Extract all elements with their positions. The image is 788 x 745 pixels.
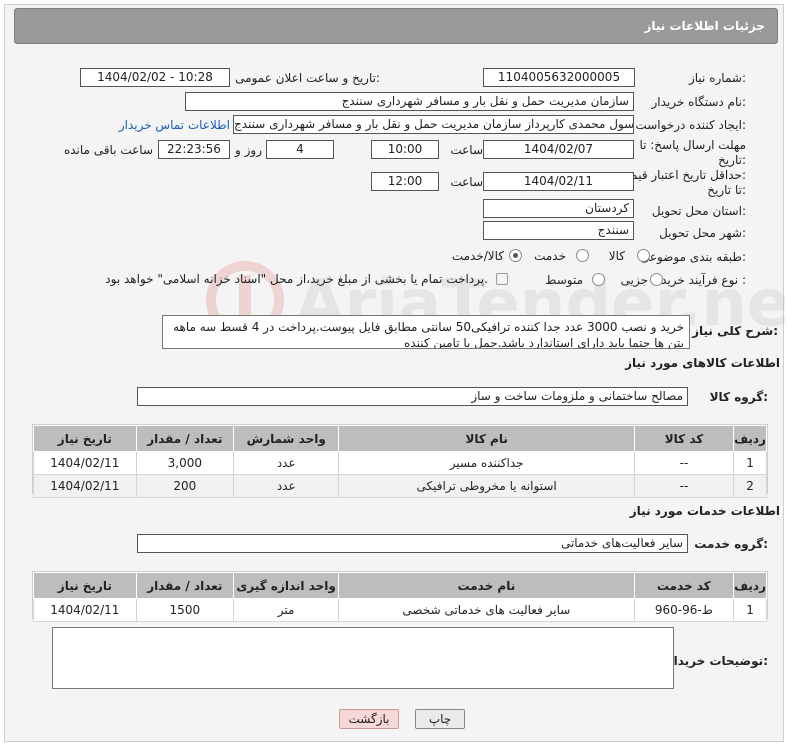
services-col-name: نام خدمت (338, 572, 635, 599)
need-number-label: شماره نیاز: (688, 71, 746, 85)
price-validity-label-1: حداقل تاریخ اعتبار قیمت: (619, 168, 746, 182)
services-group-label: گروه خدمت: (694, 537, 768, 551)
city-label: شهر محل تحویل: (659, 226, 746, 240)
buyer-contact-link[interactable]: اطلاعات تماس خریدار (119, 118, 230, 132)
services-table: تاریخ نیاز تعداد / مقدار واحد اندازه گیر… (33, 572, 767, 622)
price-validity-label-2: تا تاریخ: (707, 183, 746, 197)
category-option-service-label: خدمت (534, 249, 566, 263)
goods-col-date: تاریخ نیاز (33, 425, 137, 452)
category-label: طبقه بندی موضوعی: (639, 250, 746, 264)
announce-datetime-label: تاریخ و ساعت اعلان عمومی: (235, 71, 380, 85)
description-field: خرید و نصب 3000 عدد جدا کننده ترافیکی50 … (162, 315, 690, 349)
page-title: جزئیات اطلاعات نیاز (644, 19, 765, 33)
announce-datetime-field: 1404/02/02 - 10:28 (80, 68, 230, 87)
services-table-wrapper: تاریخ نیاز تعداد / مقدار واحد اندازه گیر… (32, 571, 768, 622)
goods-cell-code: -- (633, 474, 735, 498)
creator-label: ایجاد کننده درخواست: (635, 118, 746, 132)
send-deadline-time: 10:00 (371, 140, 439, 159)
goods-cell-date: 1404/02/11 (33, 451, 137, 475)
price-validity-date: 1404/02/11 (483, 172, 634, 191)
goods-col-code: کد کالا (633, 425, 735, 452)
goods-cell-name: جداکننده مسیر (338, 451, 635, 475)
goods-col-row: ردیف (733, 425, 767, 452)
process-option-minor-radio[interactable] (650, 273, 663, 286)
goods-cell-unit: عدد (233, 451, 340, 475)
goods-col-unit: واحد شمارش (233, 425, 340, 452)
back-button[interactable]: بازگشت (339, 709, 399, 729)
services-cell-qty: 1500 (135, 598, 234, 622)
print-button[interactable]: چاپ (415, 709, 465, 729)
price-validity-time-label: ساعت (450, 175, 483, 189)
services-cell-code: ط-96-960 (633, 598, 735, 622)
goods-cell-unit: عدد (233, 474, 340, 498)
goods-cell-qty: 3,000 (135, 451, 235, 475)
province-field: کردستان (483, 199, 634, 218)
send-deadline-days: 4 (266, 140, 334, 159)
buyer-org-label: نام دستگاه خریدار: (651, 95, 747, 109)
city-field: سنندج (483, 221, 634, 240)
services-cell-date: 1404/02/11 (33, 598, 137, 622)
table-row: 1404/02/11 1500 متر سایر فعالیت های خدما… (33, 598, 767, 622)
goods-table-wrapper: تاریخ نیاز تعداد / مقدار واحد شمارش نام … (32, 424, 768, 498)
process-option-minor-label: جزیی (620, 273, 648, 287)
process-label: نوع فرآیند خرید : (661, 273, 746, 287)
creator-field: رسول محمدی کارپرداز سازمان مدیریت حمل و … (233, 115, 634, 134)
goods-col-name: نام کالا (338, 425, 635, 452)
description-label: شرح کلی نیاز: (692, 324, 778, 338)
send-deadline-date: 1404/02/07 (483, 140, 634, 159)
goods-group-field: مصالح ساختمانی و ملزومات ساخت و ساز (137, 387, 688, 406)
goods-cell-code: -- (633, 451, 735, 475)
services-table-header: تاریخ نیاز تعداد / مقدار واحد اندازه گیر… (33, 572, 767, 599)
category-option-service-radio[interactable] (576, 249, 589, 262)
services-cell-row: 1 (733, 598, 767, 622)
buyer-notes-label: توضیحات خریدار: (666, 654, 768, 668)
treasury-payment-checkbox[interactable] (496, 273, 508, 285)
treasury-payment-note: پرداخت تمام یا بخشی از مبلغ خرید،از محل … (105, 272, 488, 286)
goods-cell-qty: 200 (135, 474, 235, 498)
process-option-medium-label: متوسط (545, 273, 583, 287)
services-col-unit: واحد اندازه گیری (232, 572, 340, 599)
category-option-both-label: کالا/خدمت (451, 249, 504, 263)
price-validity-time: 12:00 (371, 172, 439, 191)
goods-cell-row: 2 (733, 474, 767, 498)
goods-cell-row: 1 (733, 451, 767, 475)
goods-section-title: اطلاعات کالاهای مورد نیاز (625, 356, 780, 370)
remaining-time: 22:23:56 (158, 140, 230, 159)
services-cell-unit: متر (232, 598, 340, 622)
goods-cell-name: استوانه یا مخروطی ترافیکی (338, 474, 635, 498)
send-deadline-label-2: تاریخ: (718, 153, 746, 167)
send-deadline-label-1: مهلت ارسال پاسخ: تا (639, 138, 746, 152)
goods-cell-date: 1404/02/11 (33, 474, 137, 498)
province-label: استان محل تحویل: (651, 204, 746, 218)
goods-group-label: گروه کالا: (709, 390, 768, 404)
send-deadline-time-label: ساعت (450, 143, 483, 157)
header-bar: جزئیات اطلاعات نیاز (14, 8, 778, 44)
services-col-qty: تعداد / مقدار (135, 572, 234, 599)
table-row: 1404/02/11 3,000 عدد جداکننده مسیر -- 1 (33, 451, 767, 475)
services-group-field: سایر فعالیت‌های خدماتی (137, 534, 688, 553)
need-number-field: 1104005632000005 (483, 68, 635, 87)
buyer-notes-field (52, 627, 674, 689)
send-deadline-days-label: روز و (235, 143, 262, 157)
services-col-code: کد خدمت (633, 572, 735, 599)
buyer-org-field: سازمان مدیریت حمل و نقل بار و مسافر شهرد… (185, 92, 634, 111)
goods-table: تاریخ نیاز تعداد / مقدار واحد شمارش نام … (33, 425, 767, 498)
process-option-medium-radio[interactable] (592, 273, 605, 286)
remaining-time-label: ساعت باقی مانده (63, 143, 153, 157)
table-row: 1404/02/11 200 عدد استوانه یا مخروطی ترا… (33, 474, 767, 498)
services-cell-name: سایر فعالیت های خدماتی شخصی (338, 598, 635, 622)
services-col-row: ردیف (733, 572, 767, 599)
goods-table-header: تاریخ نیاز تعداد / مقدار واحد شمارش نام … (33, 425, 767, 452)
category-option-goods-label: کالا (608, 249, 625, 263)
services-col-date: تاریخ نیاز (33, 572, 137, 599)
category-option-goods-radio[interactable] (637, 249, 650, 262)
category-option-both-radio[interactable] (509, 249, 522, 262)
services-section-title: اطلاعات خدمات مورد نیاز (629, 504, 780, 518)
goods-col-qty: تعداد / مقدار (135, 425, 235, 452)
